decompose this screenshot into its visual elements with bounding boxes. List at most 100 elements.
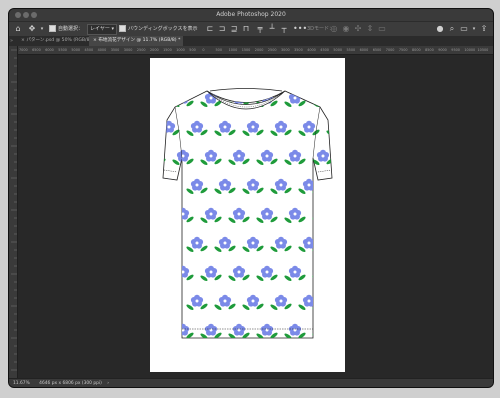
ruler-tick-label: 7500 [398,48,408,52]
close-window-button[interactable] [15,12,21,18]
status-bar: 11.67% 4646 px x 6806 px (300 ppi) › [9,378,493,387]
ruler-tick-label: 3500 [294,48,303,52]
ruler-tick-label: 6000 [359,48,369,52]
tab-close-icon[interactable]: × [93,38,97,43]
flower-motif [326,296,332,311]
ruler-tick-label: 500 [189,48,196,52]
transform-controls-checkbox[interactable]: バウンディングボックスを表示 [119,25,198,34]
zoom-window-button[interactable] [31,12,37,18]
search-icon[interactable]: ⌕ [447,24,457,34]
distribute-left-icon[interactable]: ╤ [255,24,265,34]
ruler-tick-label: 3500 [110,48,120,52]
flower-motif [312,207,332,224]
ruler-tick-label: 10000 [464,48,476,52]
distribute-center-icon[interactable]: ┴ [267,24,277,34]
ruler-tick-label: 9500 [451,48,460,52]
layer-select-value: レイヤー [90,26,110,32]
distribute-right-icon[interactable]: ┬ [279,24,289,34]
tshirt-artwork [162,88,345,340]
layer-select-dropdown[interactable]: レイヤー ▾ [87,24,117,35]
flower-motif [163,100,166,107]
vertical-ruler[interactable] [9,46,18,378]
ruler-tick-label: 7000 [19,48,28,52]
workspace-icon[interactable]: ▭ [459,24,469,34]
ruler-tick-label: 0 [202,48,205,52]
tab-label: パターン.psd @ 50% (RGB/8) * [26,38,96,43]
flower-motif [326,180,332,195]
align-center-icon[interactable]: ⊐ [217,24,227,34]
zoom-level[interactable]: 11.67% [13,381,30,386]
status-chevron-icon[interactable]: › [107,381,109,386]
tab-scroll-icon[interactable]: » [10,36,13,46]
ruler-tick-label: 5500 [346,48,356,52]
ruler-tick-label: 5000 [333,48,343,52]
transform-controls-check[interactable] [119,25,126,32]
ruler-tick-label: 10500 [477,48,489,52]
share-icon[interactable]: ⇪ [479,24,489,34]
pan-3d-icon[interactable]: ✣ [353,24,363,34]
ruler-tick-label: 5000 [71,48,81,52]
document-canvas[interactable] [150,58,345,372]
ruler-tick-label: 1000 [176,48,185,52]
share-circle-icon[interactable]: ● [435,24,445,34]
vertical-ruler-ticks [11,49,17,371]
scale-3d-icon[interactable]: ▭ [377,24,387,34]
ruler-tick-label: 6500 [372,48,382,52]
flower-motif [340,208,345,224]
window-title: Adobe Photoshop 2020 [216,11,286,18]
orbit-3d-icon[interactable]: ◎ [329,24,339,34]
align-top-icon[interactable]: ⊓ [241,24,251,34]
move-tool-icon[interactable]: ✥ [27,24,37,34]
ruler-tick-label: 5500 [58,48,67,52]
ruler-tick-label: 7000 [385,48,395,52]
title-bar: Adobe Photoshop 2020 [9,9,493,21]
flower-motif [163,332,166,338]
ruler-tick-label: 2000 [150,48,159,52]
tab-pattern-document[interactable]: × パターン.psd @ 50% (RGB/8) * [17,36,96,46]
ruler-tick-label: 9000 [438,48,447,52]
workspace-chevron-icon[interactable]: ▾ [469,24,479,34]
ruler-tick-label: 4500 [84,48,94,52]
ruler-tick-label: 1500 [241,48,251,52]
flower-motif [340,150,345,166]
tool-preset-chevron-icon[interactable]: ▾ [37,24,47,34]
ruler-tick-label: 6000 [45,48,54,52]
ruler-tick-label: 2500 [136,48,146,52]
auto-select-check[interactable] [49,25,56,32]
auto-select-checkbox[interactable]: 自動選択： [49,25,83,34]
tab-label: 布地流花デザイン @ 11.7% (RGB/8) * [98,38,181,43]
ruler-tick-label: 500 [215,48,222,52]
flower-motif [163,216,166,223]
flower-motif [163,294,180,311]
flower-motif [340,324,345,340]
ruler-tick-label: 1500 [163,48,172,52]
tab-close-icon[interactable]: × [21,38,25,43]
horizontal-ruler[interactable]: 7000 6500 6000 5500 5000 4500 4000 3500 3000 2500… [17,46,493,55]
flower-motif [340,266,345,282]
tshirt-collar-back [209,88,283,92]
slide-3d-icon[interactable]: ⇕ [365,24,375,34]
document-tab-bar: » × パターン.psd @ 50% (RGB/8) * × 布地流花デザイン … [9,36,493,46]
ruler-tick-label: 8000 [412,48,421,52]
flower-motif [326,238,332,253]
flower-motif [163,274,166,281]
more-options-icon[interactable]: ••• [293,24,307,34]
ruler-tick-label: 3000 [281,48,290,52]
minimize-window-button[interactable] [23,12,29,18]
flower-motif [163,236,180,253]
photoshop-window: Adobe Photoshop 2020 ⌂ ✥ ▾ 自動選択： レイヤー ▾ … [8,8,494,388]
ruler-tick-label: 4500 [320,48,329,52]
roll-3d-icon[interactable]: ◉ [341,24,351,34]
flower-motif [312,265,332,282]
flower-motif [312,91,332,108]
align-left-icon[interactable]: ⊏ [205,24,215,34]
canvas-area[interactable] [18,55,493,378]
align-right-icon[interactable]: ⊒ [229,24,239,34]
ruler-tick-label: 6500 [32,48,41,52]
ruler-tick-label: 8500 [425,48,434,52]
tab-fabric-design-document[interactable]: × 布地流花デザイン @ 11.7% (RGB/8) * [89,36,183,46]
home-icon[interactable]: ⌂ [13,24,23,34]
ruler-tick-label: 4000 [307,48,316,52]
document-info[interactable]: 4646 px x 6806 px (300 ppi) [39,381,102,386]
ruler-tick-label: 4000 [97,48,107,52]
